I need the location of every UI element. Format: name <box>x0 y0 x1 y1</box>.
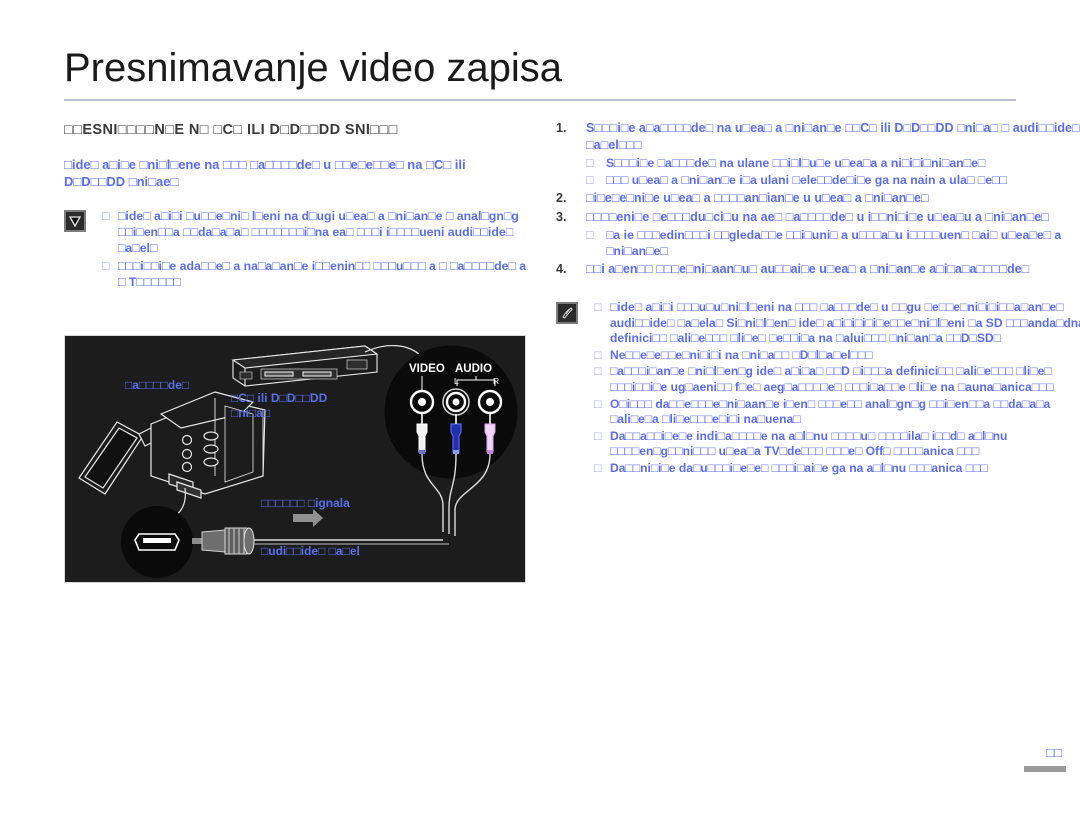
list-item: □ □ide□ a□i□i □u□□e□ni□ l□eni na d□ugi u□… <box>102 208 534 256</box>
bullet-icon: □ <box>586 228 594 242</box>
substep-item: □ □□□ u□ea□ a □ni□an□e i□a ulani □ele□□de… <box>586 172 1080 188</box>
bullet-icon: □ <box>102 259 110 273</box>
section-heading: □□ESNI□□□□N□E N□ □C□ ILI D□D□□DD SNI□□□ <box>64 122 398 138</box>
right-column: 1. S□□□i□e a□a□□□□de□ na u□ea□ a □ni□an□… <box>556 120 1080 478</box>
list-item: □ Ne□□e□e□□e□ni□i□i na □ni□a□□ □D□l□a□el□… <box>594 348 1080 364</box>
list-item: □ □a□□□i□an□e □ni□l□en□g ide□ a□i□a□ □□D … <box>594 364 1080 395</box>
bullet-icon: □ <box>594 396 602 411</box>
left-column: □□ESNI□□□□N□E N□ □C□ ILI D□D□□DD SNI□□□ … <box>64 120 534 292</box>
figure-label-signal-flow: □□□□□□ □ignala <box>261 496 350 510</box>
step-number: 3. <box>556 210 567 224</box>
figure-label-camcorder: □a□□□□de□ <box>125 378 190 392</box>
step-number: 4. <box>556 262 567 276</box>
step-text: □□i a□en□□ □□□e□ni□aan□u□ au□□ai□e u□ea□… <box>586 262 1030 276</box>
bullet-icon: □ <box>594 460 602 475</box>
list-item: □ O□i□□□ da□□e□□□e□ni□aan□e i□en□ □□□e□□ … <box>594 397 1080 428</box>
step-item: 1. S□□□i□e a□a□□□□de□ na u□ea□ a □ni□an□… <box>556 120 1080 188</box>
list-item: □ Da□□a□□i□e□e indi□a□□□□e na a□l□nu □□□□… <box>594 429 1080 460</box>
left-note-box: □ □ide□ a□i□i □u□□e□ni□ l□eni na d□ugi u□… <box>64 208 534 290</box>
page-title: Presnimavanje video zapisa <box>64 46 563 90</box>
intro-paragraph: □ide□ a□i□e □ni□l□ene na □□□ □a□□□□de□ u… <box>64 157 466 189</box>
right-note-list: □ □ide□ a□i□i □□□u□u□ni□l□eni na □□□ □a□□… <box>594 300 1080 477</box>
bullet-icon: □ <box>102 209 110 223</box>
step-text: □□□□eni□e □e□□□du□ci□u na ae□ □a□□□□de□ … <box>586 210 1049 224</box>
step-number: 2. <box>556 191 567 205</box>
step-number: 1. <box>556 121 567 135</box>
audio-right-label: R <box>493 376 499 386</box>
note-text: □ide□ a□i□i □□□u□u□ni□l□eni na □□□ □a□□□… <box>610 300 1080 346</box>
step-item: 2. □i□e□e□ni□e u□ea□ a □□□□an□ian□e u u□… <box>556 190 1080 207</box>
bullet-icon: □ <box>586 156 594 170</box>
substep-item: □ □a ie □□□edin□□□i □□gleda□□e □□i□uni□ a… <box>586 227 1080 259</box>
substep-text: S□□□i□e □a□□□de□ na ulane □□i□l□u□e u□ea… <box>606 156 986 170</box>
substep-item: □ S□□□i□e □a□□□de□ na ulane □□i□l□u□e u□e… <box>586 155 1080 171</box>
connection-diagram: VIDEO AUDIO L R □a□□□□de□ □C□ ili D□D□□D… <box>64 335 526 583</box>
bullet-icon: □ <box>594 347 602 362</box>
note-text: O□i□□□ da□□e□□□e□ni□aan□e i□en□ □□□e□□ a… <box>610 396 1051 427</box>
step-item: 3. □□□□eni□e □e□□□du□ci□u na ae□ □a□□□□d… <box>556 209 1080 259</box>
note-text: Da□□ni□i□e da□u□□□i□e□e□ □□□i□ai□e ga na… <box>610 460 988 475</box>
right-note-box: □ □ide□ a□i□i □□□u□u□ni□l□eni na □□□ □a□□… <box>556 300 1080 477</box>
bullet-icon: □ <box>594 364 602 379</box>
bullet-icon: □ <box>594 300 602 314</box>
video-jack-label: VIDEO <box>409 363 445 375</box>
substep-text: □□□ u□ea□ a □ni□an□e i□a ulani □ele□□de□… <box>606 173 1007 187</box>
page-number: □□ <box>1046 745 1062 760</box>
note-text: □ide□ a□i□i □u□□e□ni□ l□eni na d□ugi u□e… <box>118 209 519 255</box>
jack-panel-closeup <box>384 345 518 479</box>
step-text: □i□e□e□ni□e u□ea□ a □□□□an□ian□e u u□ea□… <box>586 191 929 205</box>
list-item: □ Da□□ni□i□e da□u□□□i□e□e□ □□□i□ai□e ga n… <box>594 461 1080 477</box>
list-item: □ □□□i□□i□e ada□□e□ a na□a□an□e i□□enin□□… <box>102 258 534 290</box>
steps-list: 1. S□□□i□e a□a□□□□de□ na u□ea□ a □ni□an□… <box>556 120 1080 278</box>
pencil-note-icon <box>556 302 578 324</box>
note-text: □□□i□□i□e ada□□e□ a na□a□an□e i□□enin□□ … <box>118 259 527 289</box>
bullet-icon: □ <box>586 173 594 187</box>
step-text: S□□□i□e a□a□□□□de□ na u□ea□ a □ni□an□e □… <box>586 121 1080 152</box>
bullet-icon: □ <box>594 428 602 443</box>
figure-label-cable: □udi□□ide□ □a□el <box>261 544 360 558</box>
list-item: □ □ide□ a□i□i □□□u□u□ni□l□eni na □□□ □a□□… <box>594 300 1080 347</box>
footer-bar <box>1024 766 1066 772</box>
substep-text: □a ie □□□edin□□□i □□gleda□□e □□i□uni□ a … <box>606 228 1062 258</box>
warning-chevron-icon <box>64 210 86 232</box>
note-text: □a□□□i□an□e □ni□l□en□g ide□ a□i□a□ □□D □… <box>610 364 1054 394</box>
note-text: Da□□a□□i□e□e indi□a□□□□e na a□l□nu □□□□u… <box>610 428 1008 459</box>
left-note-list: □ □ide□ a□i□i □u□□e□ni□ l□eni na d□ugi u□… <box>102 208 534 290</box>
manual-page: Presnimavanje video zapisa □□ESNI□□□□N□E… <box>0 0 1080 827</box>
audio-jack-label: AUDIO <box>455 363 492 375</box>
title-divider <box>64 99 1016 101</box>
figure-label-vcr: □C□ ili D□D□□DD □ni□a□ <box>231 391 328 420</box>
step-item: 4. □□i a□en□□ □□□e□ni□aan□u□ au□□ai□e u□… <box>556 261 1080 278</box>
note-text: Ne□□e□e□□e□ni□i□i na □ni□a□□ □D□l□a□el□□… <box>610 347 873 362</box>
